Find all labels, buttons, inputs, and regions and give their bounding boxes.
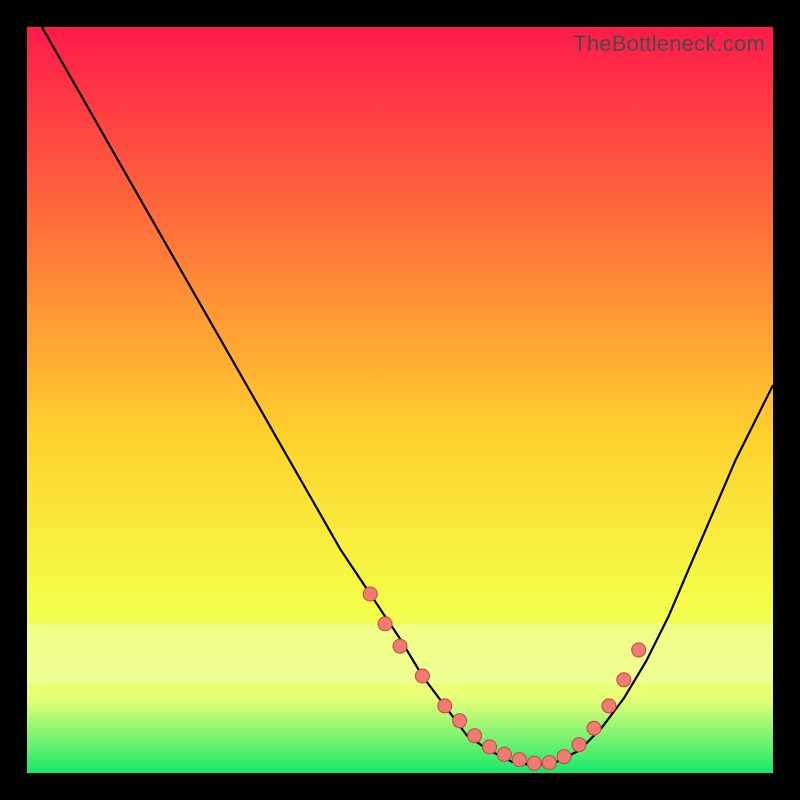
watermark-text: TheBottleneck.com — [573, 31, 765, 57]
sample-point — [363, 587, 377, 601]
sample-point — [393, 639, 407, 653]
chart-frame: TheBottleneck.com — [27, 27, 773, 773]
sample-point — [542, 756, 556, 770]
sample-point — [415, 669, 429, 683]
sample-point — [617, 673, 631, 687]
sample-point — [632, 643, 646, 657]
sample-point — [378, 617, 392, 631]
bottleneck-chart — [27, 27, 773, 773]
sample-point — [572, 738, 586, 752]
sample-point — [587, 721, 601, 735]
sample-point — [557, 750, 571, 764]
sample-point — [468, 729, 482, 743]
sample-point — [497, 747, 511, 761]
sample-point — [483, 740, 497, 754]
sample-point — [512, 753, 526, 767]
sample-point — [438, 699, 452, 713]
sample-point — [527, 756, 541, 770]
sample-point — [602, 699, 616, 713]
sample-point — [453, 714, 467, 728]
